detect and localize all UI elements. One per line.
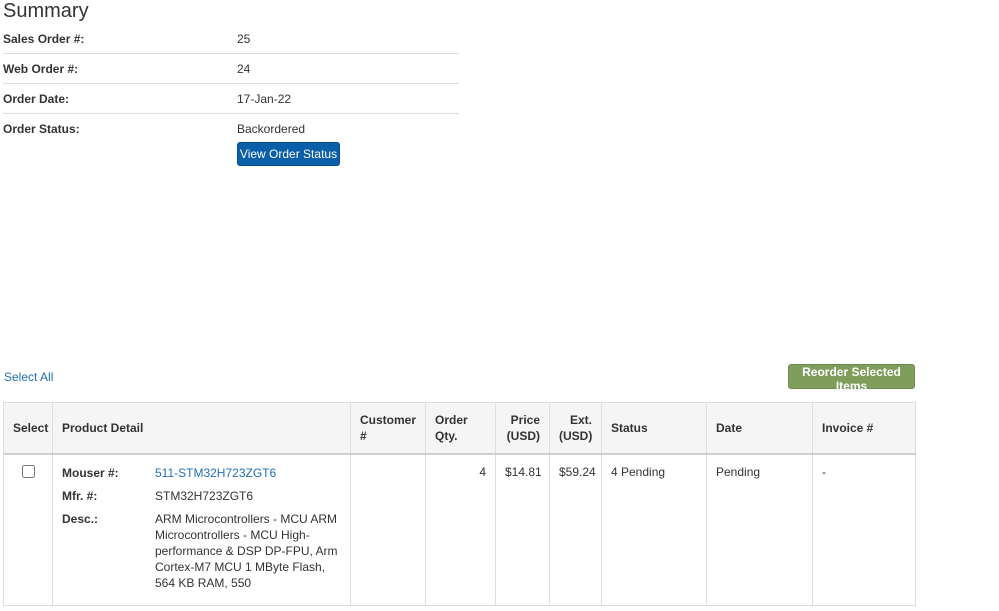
mfr-number-label: Mfr. #: [62, 489, 98, 503]
reorder-selected-items-button[interactable]: Reorder Selected Items [788, 364, 915, 393]
col-header-customer: Customer # [350, 402, 426, 455]
description-value: ARM Microcontrollers - MCU ARM Microcont… [155, 512, 338, 590]
summary-label: Order Status: [3, 122, 80, 136]
mfr-number-line: Mfr. #: STM32H723ZGT6 [62, 488, 341, 504]
col-header-ext-line2: (USD) [559, 429, 593, 443]
col-header-status: Status [601, 402, 707, 455]
summary-value: 25 [237, 32, 251, 46]
summary-value: 17-Jan-22 [237, 92, 292, 106]
col-header-invoice: Invoice # [812, 402, 916, 455]
ext-price-cell: $59.24 [549, 453, 602, 606]
mouser-number-label: Mouser #: [62, 466, 119, 480]
summary-label: Web Order #: [3, 62, 79, 76]
summary-row-sales-order: Sales Order #: 25 [3, 24, 459, 54]
col-header-date: Date [706, 402, 813, 455]
price-cell: $14.81 [495, 453, 550, 606]
col-header-select: Select [3, 402, 53, 455]
summary-label: Order Date: [3, 92, 70, 106]
table-header-row: Select Product Detail Customer # Order Q… [3, 402, 916, 455]
order-qty-cell: 4 [425, 453, 496, 606]
select-cell [3, 453, 53, 606]
col-header-price-line1: Price [510, 413, 540, 427]
description-label: Desc.: [62, 512, 99, 526]
view-order-status-button[interactable]: View Order Status [237, 142, 340, 166]
select-all-link[interactable]: Select All [4, 370, 53, 384]
customer-number-cell [350, 453, 426, 606]
summary-label: Sales Order #: [3, 32, 85, 46]
mouser-number-link[interactable]: 511-STM32H723ZGT6 [155, 466, 276, 480]
date-cell: Pending [706, 453, 813, 606]
col-header-price: Price (USD) [495, 402, 550, 455]
summary-value: Backordered [237, 122, 306, 136]
row-select-checkbox[interactable] [21, 465, 35, 478]
summary-row-web-order: Web Order #: 24 [3, 54, 459, 84]
col-header-price-line2: (USD) [506, 429, 540, 443]
status-cell: 4 Pending [601, 453, 707, 606]
mouser-number-line: Mouser #: 511-STM32H723ZGT6 [62, 465, 341, 481]
page-title: Summary [3, 0, 89, 22]
col-header-order-qty: Order Qty. [425, 402, 496, 455]
invoice-cell: - [812, 453, 916, 606]
col-header-ext-line1: Ext. [569, 413, 592, 427]
table-row: Mouser #: 511-STM32H723ZGT6 Mfr. #: STM3… [3, 453, 916, 606]
col-header-ext: Ext. (USD) [549, 402, 602, 455]
summary-value: 24 [237, 62, 251, 76]
order-items-table: Select Product Detail Customer # Order Q… [3, 402, 916, 606]
summary-row-order-date: Order Date: 17-Jan-22 [3, 84, 459, 114]
col-header-product-detail: Product Detail [52, 402, 351, 455]
product-detail-cell: Mouser #: 511-STM32H723ZGT6 Mfr. #: STM3… [52, 453, 351, 606]
mfr-number-value: STM32H723ZGT6 [155, 489, 254, 503]
order-summary: Sales Order #: 25 Web Order #: 24 Order … [3, 24, 459, 136]
description-line: Desc.: ARM Microcontrollers - MCU ARM Mi… [62, 511, 341, 591]
